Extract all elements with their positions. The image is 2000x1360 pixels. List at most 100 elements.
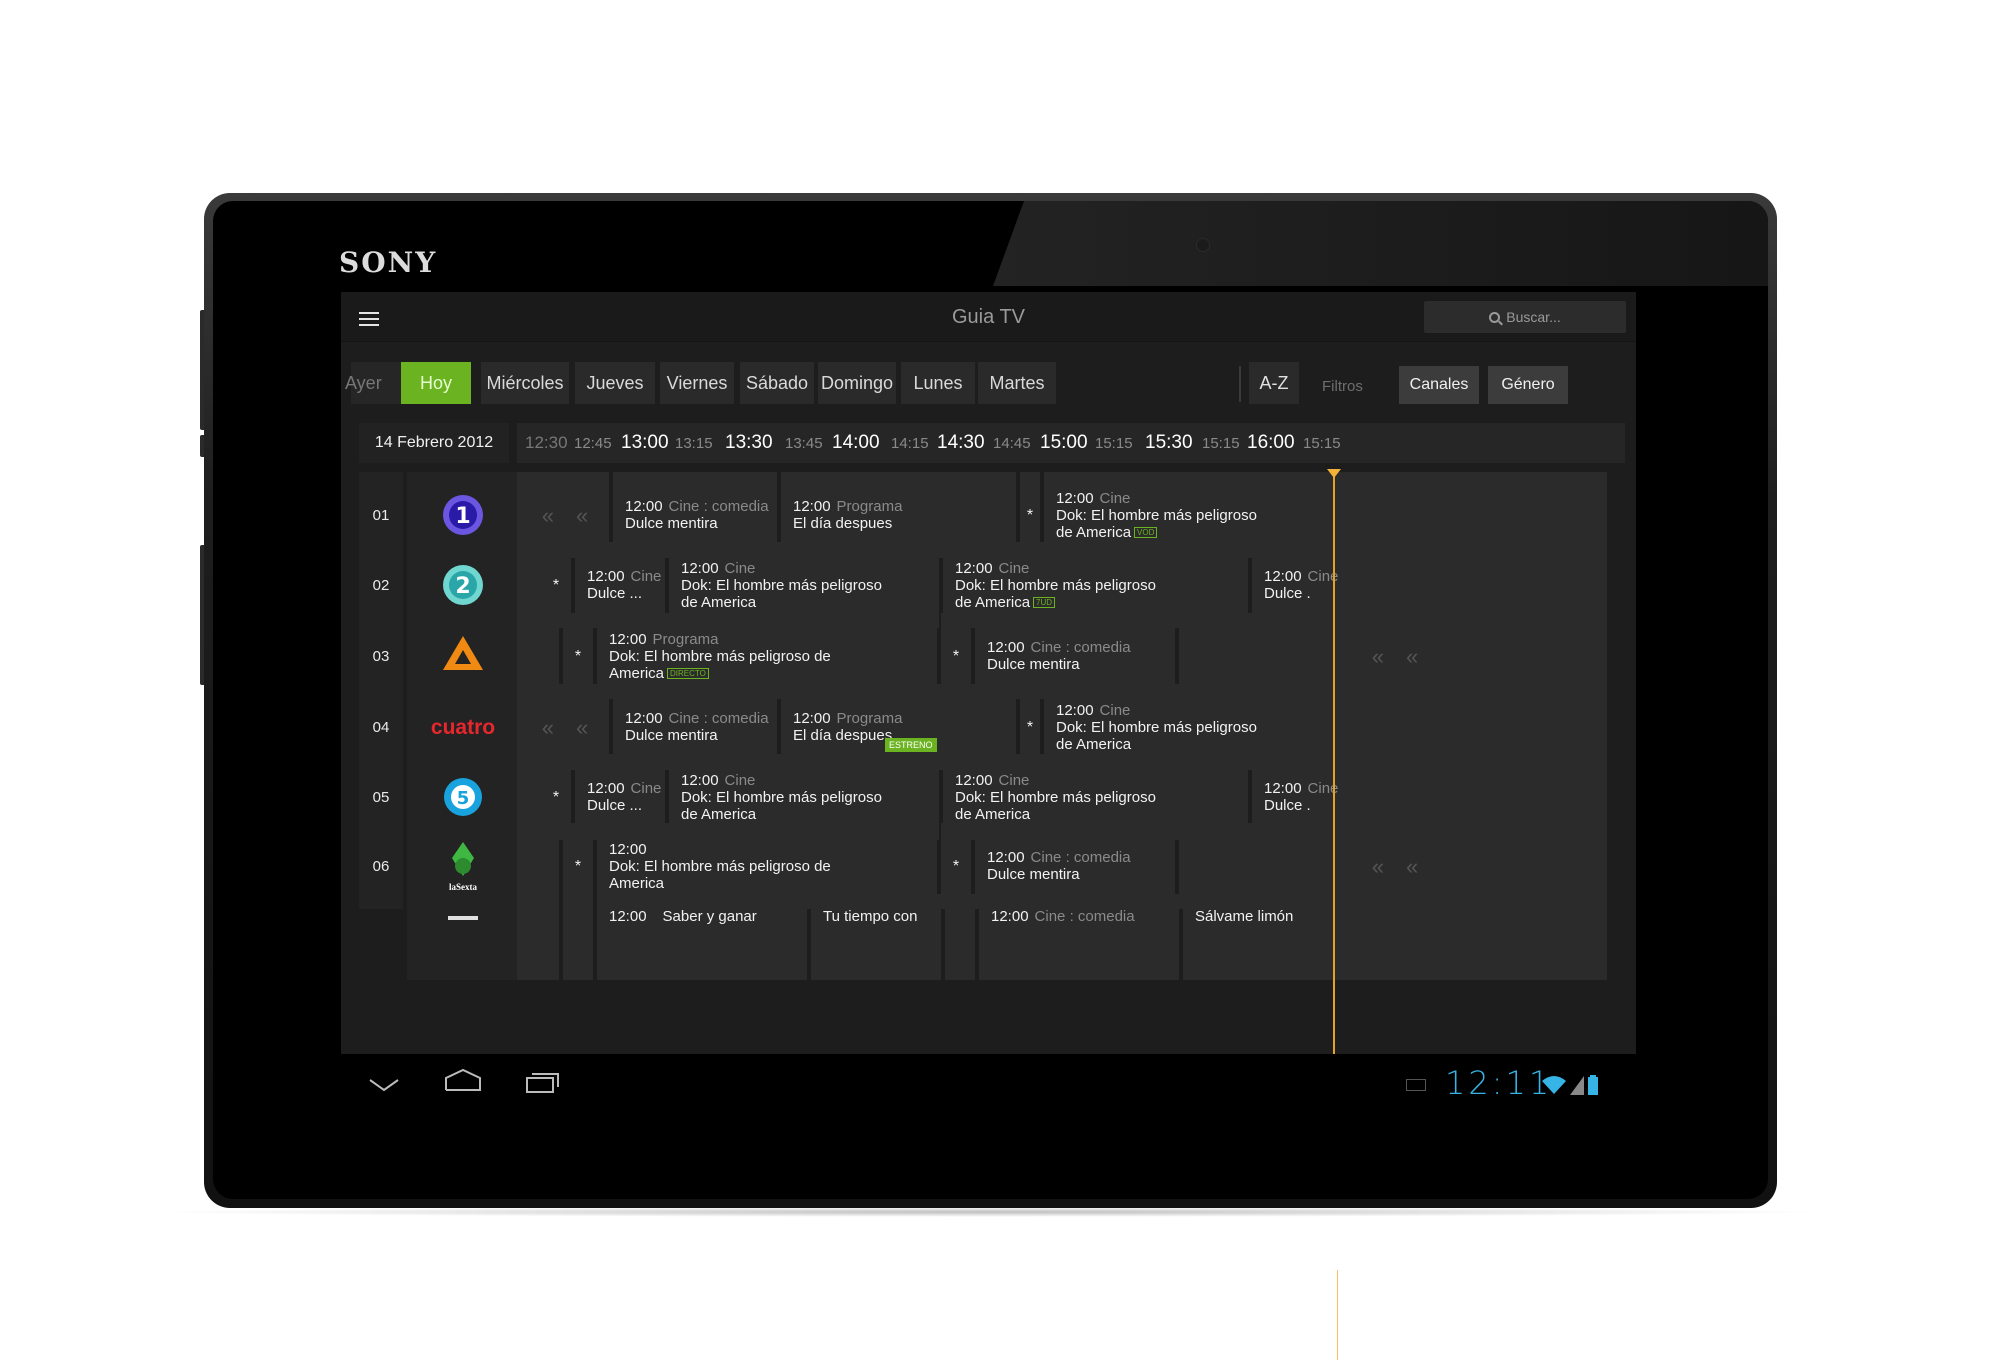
program-cell[interactable]: Sálvame limón [1183, 894, 1607, 980]
telecinco-logo-icon: 5 [444, 778, 482, 816]
program-title: Dok: El hombre más peligroso [955, 576, 1156, 594]
time-tick: 13:00 [621, 432, 669, 453]
wifi-icon [1542, 1076, 1566, 1094]
status-icons [1541, 1072, 1599, 1096]
time-tick: 15:15 [1202, 434, 1240, 452]
double-chevron-left-icon[interactable]: « [576, 716, 588, 738]
back-icon[interactable] [369, 1078, 399, 1092]
la1-logo-icon: 1 [443, 495, 483, 535]
keyboard-icon [1406, 1079, 1426, 1091]
program-time: 12:00 [587, 568, 625, 585]
program-title: Dulce mentira [987, 656, 1080, 673]
day-tab[interactable]: Viernes [660, 362, 734, 404]
double-chevron-left-icon[interactable]: « [1406, 645, 1418, 667]
program-time: 12:00 [955, 559, 993, 577]
action-bar: Guia TV Buscar... [341, 292, 1636, 342]
program-title: Dok: El hombre más peligroso [955, 788, 1156, 806]
program-header: 12:00 Cine [1056, 490, 1595, 507]
time-tick: 14:45 [993, 434, 1031, 452]
day-tab[interactable]: Miércoles [481, 362, 569, 404]
program-title: Dok: El hombre más peligroso de [609, 857, 831, 875]
program-genre: Cine : comedia [1034, 908, 1135, 925]
program-title: Tu tiempo con [823, 908, 918, 925]
program-header: 12:00 Programa [793, 710, 1004, 727]
day-tab[interactable]: Lunes [901, 362, 975, 404]
program-header: 12:00 Programa [609, 631, 925, 648]
double-chevron-left-icon[interactable]: « [1372, 855, 1384, 877]
program-time: 12:00 [681, 559, 719, 577]
double-chevron-left-icon[interactable]: « [1406, 855, 1418, 877]
program-time: 12:00 [1264, 568, 1302, 585]
double-chevron-left-icon[interactable]: « [1372, 645, 1384, 667]
double-chevron-left-icon[interactable]: « [542, 716, 554, 738]
program-header: 12:00 Cine [955, 772, 1236, 789]
day-tab[interactable]: Hoy [401, 362, 471, 404]
program-genre: Cine : comedia [1030, 849, 1131, 866]
program-title: Dok: El hombre más peligroso [1056, 718, 1257, 736]
program-title-cont: America DIRECTO [609, 665, 925, 682]
recent-apps-icon[interactable] [526, 1071, 560, 1093]
time-ruler[interactable]: 12:30 12:45 13:00 13:15 13:30 13:45 14:00 14:15… [517, 423, 1625, 463]
program-cell[interactable]: 12:00 Saber y ganar [597, 894, 807, 980]
now-line [1333, 472, 1335, 1054]
program-title: Dok: El hombre más peligroso de [609, 647, 831, 665]
program-header: 12:00 Cine [587, 780, 661, 797]
svg-text:cuatro: cuatro [431, 716, 495, 739]
program-time: 12:00 [587, 780, 625, 797]
program-title-cont: de America VOD [1056, 524, 1595, 541]
program-genre: Cine [724, 559, 756, 577]
program-time: 12:00 [793, 710, 831, 727]
program-title: Dulce . [1264, 797, 1311, 814]
program-cell[interactable]: 12:00 Cine : comedia [979, 894, 1179, 980]
program-header: 12:00 Cine [1056, 702, 1595, 719]
program-title: Saber y ganar [662, 908, 757, 925]
day-tab[interactable]: Domingo [818, 362, 896, 404]
filter-canales-button[interactable]: Canales [1399, 366, 1479, 404]
time-tick: 16:00 [1247, 432, 1295, 453]
svg-text:laSexta: laSexta [449, 882, 477, 892]
program-title-line: de America [955, 805, 1031, 823]
program-genre: Cine [998, 771, 1030, 789]
program-title-line: America [609, 664, 665, 682]
day-tab[interactable]: Jueves [575, 362, 655, 404]
program-title-cont: America [609, 875, 925, 892]
home-icon[interactable] [444, 1068, 482, 1092]
day-tab[interactable]: Martes [978, 362, 1056, 404]
svg-text:5: 5 [457, 788, 470, 809]
program-title: El día despues [793, 515, 893, 532]
program-header: 12:00 Cine [1264, 568, 1595, 585]
program-title-cont: de America [681, 594, 927, 611]
double-chevron-left-icon[interactable]: « [576, 504, 588, 526]
program-title: Dulce ... [587, 585, 643, 602]
program-header: 12:00 Cine [587, 568, 661, 585]
day-tab[interactable]: Ayer [345, 362, 401, 404]
program-tag: 7UD [1033, 597, 1056, 609]
program-title-line: de America [1056, 735, 1132, 753]
program-cell[interactable]: Tu tiempo con [811, 894, 941, 980]
program-title-line: de America [1056, 523, 1132, 541]
battery-icon [1588, 1075, 1598, 1095]
search-placeholder: Buscar... [1506, 309, 1561, 325]
time-tick: 13:30 [725, 432, 773, 453]
double-chevron-left-icon[interactable]: « [542, 504, 554, 526]
program-genre: Cine [1099, 489, 1131, 507]
az-button[interactable]: A-Z [1249, 362, 1299, 404]
program-header: 12:00 Cine [1264, 780, 1595, 797]
filter-genero-button[interactable]: Género [1488, 366, 1568, 404]
program-title-cont: de America 7UD [955, 594, 1236, 611]
program-time: 12:00 [609, 630, 647, 648]
time-tick: 14:00 [832, 432, 880, 453]
time-tick: 15:15 [1303, 434, 1341, 452]
program-tag: DIRECTO [667, 668, 709, 680]
time-tick: 12:45 [574, 434, 612, 452]
day-tab[interactable]: Sábado [740, 362, 814, 404]
program-title-line: America [609, 874, 665, 892]
program-header: 12:00 Cine [955, 560, 1236, 577]
program-time: 12:00 [1056, 489, 1094, 507]
program-time: 12:00 [609, 908, 647, 925]
channel-logo[interactable] [407, 894, 519, 980]
search-input[interactable]: Buscar... [1424, 301, 1626, 333]
app-screen: Guia TV Buscar... Ayer Hoy Miércoles Jueves… [341, 292, 1636, 1054]
program-title-line: de America [681, 593, 757, 611]
program-time: 12:00 [955, 771, 993, 789]
